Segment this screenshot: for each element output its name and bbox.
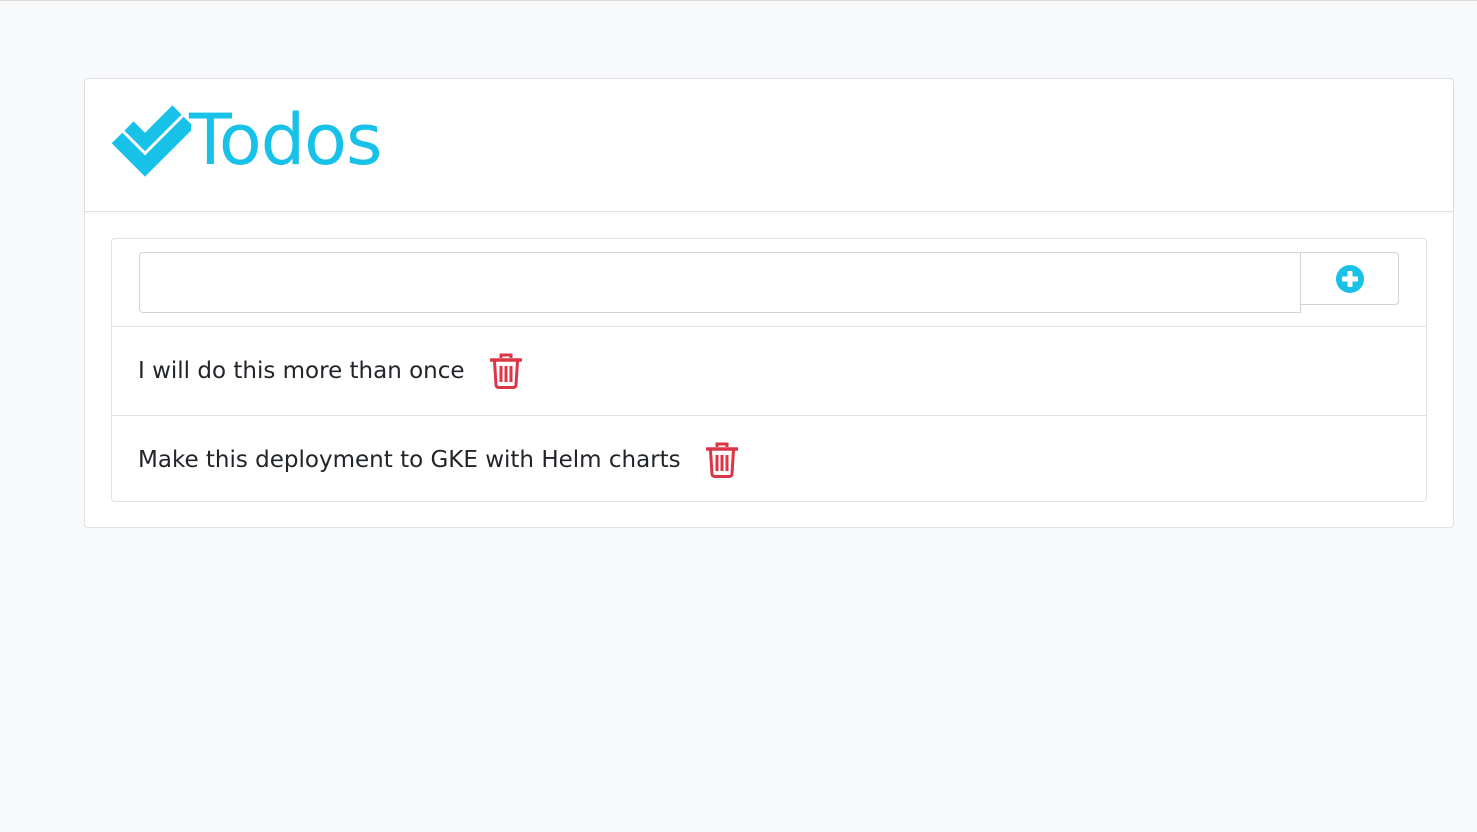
todo-item: Make this deployment to GKE with Helm ch… [112, 415, 1426, 503]
plus-circle-icon [1335, 264, 1364, 293]
card-header: Todos [85, 79, 1453, 212]
add-todo-button[interactable] [1300, 252, 1399, 305]
trash-icon [705, 442, 738, 478]
delete-todo-button[interactable] [705, 441, 739, 479]
todo-item: I will do this more than once [112, 327, 1426, 415]
top-rule [0, 0, 1477, 1]
new-todo-input[interactable] [139, 252, 1301, 313]
page-title: Todos [189, 99, 382, 181]
todo-text: Make this deployment to GKE with Helm ch… [138, 446, 681, 473]
trash-icon [489, 353, 522, 389]
add-todo-row [112, 239, 1426, 327]
todo-text: I will do this more than once [138, 358, 465, 384]
card-body: I will do this more than once Make this … [85, 212, 1453, 502]
todo-list-panel: I will do this more than once Make this … [111, 238, 1427, 502]
delete-todo-button[interactable] [489, 352, 523, 390]
todo-card: Todos I will do this more than once Make… [84, 78, 1454, 528]
double-check-icon [111, 105, 191, 177]
